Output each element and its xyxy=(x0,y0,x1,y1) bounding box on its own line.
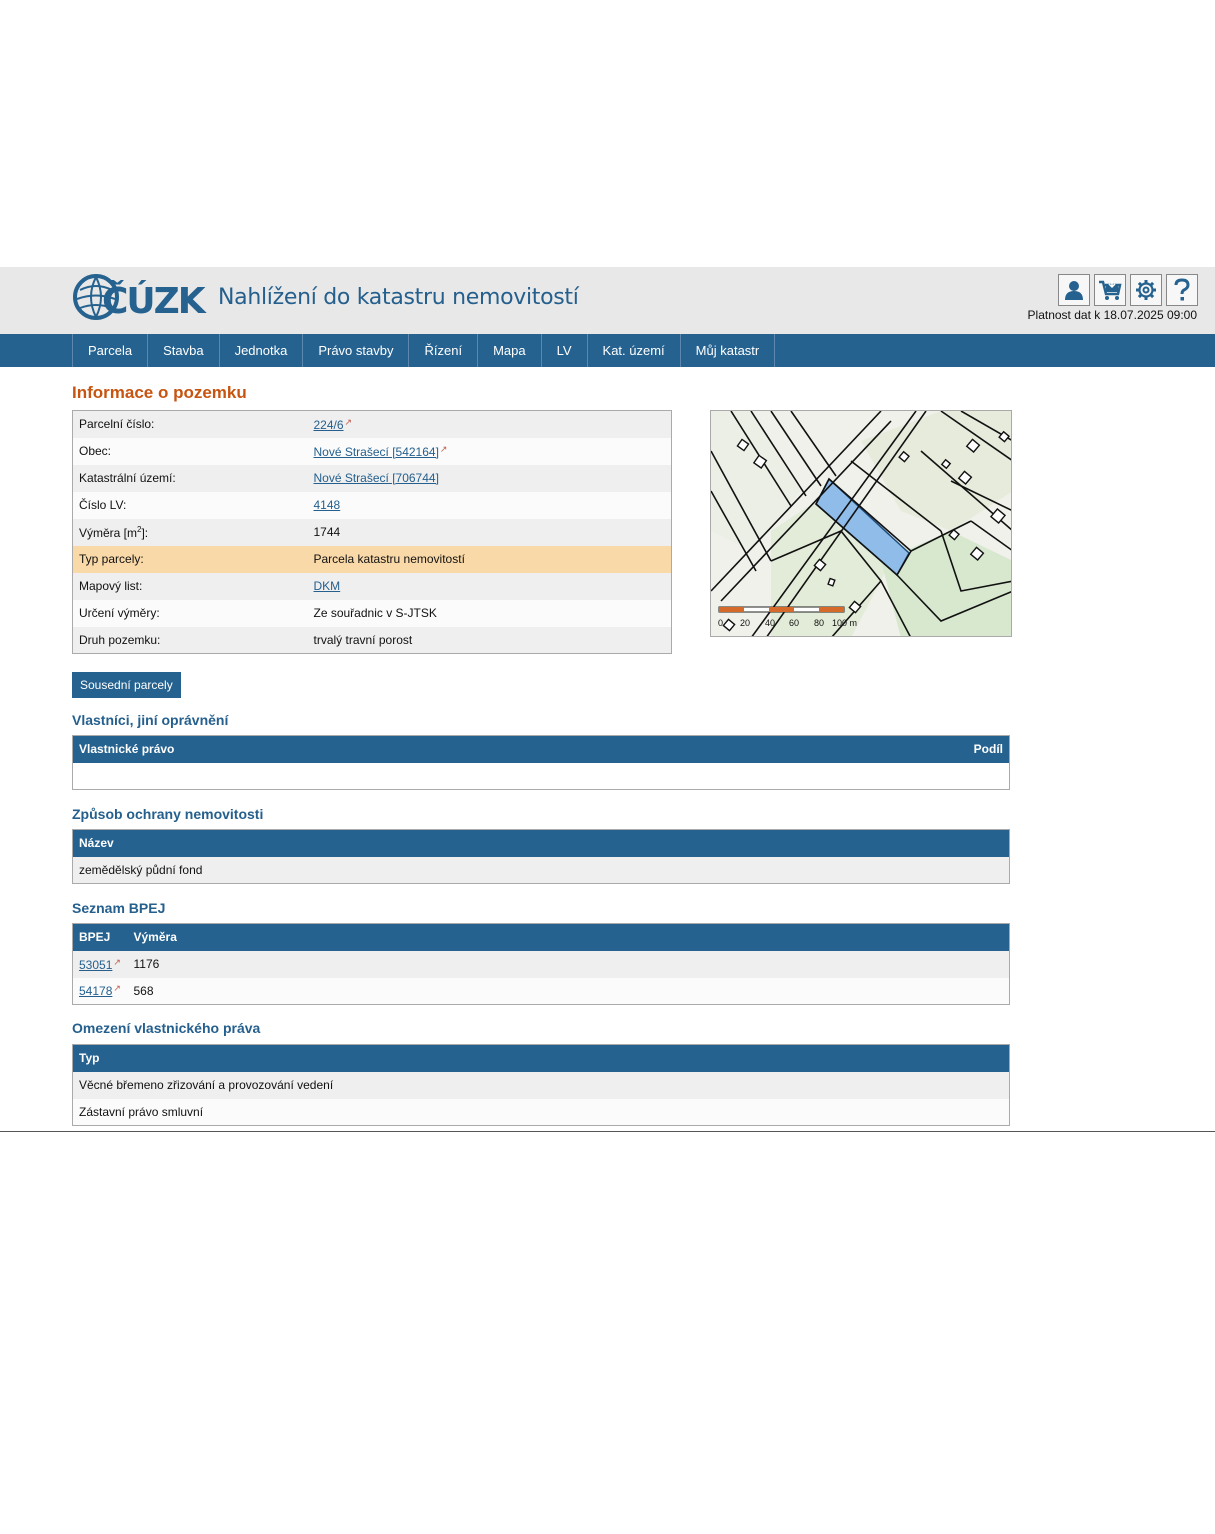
col-header: Výměra xyxy=(127,923,1010,951)
owner-cell-redacted xyxy=(72,762,1010,790)
row-value: Ze souřadnic v S-JTSK xyxy=(307,599,672,627)
external-link-icon[interactable]: ↗ xyxy=(113,983,121,993)
cuzk-logo[interactable]: ČÚZK xyxy=(72,272,217,324)
row-label: Parcelní číslo: xyxy=(72,410,308,438)
owners-title: Vlastníci, jiní oprávnění xyxy=(72,712,229,728)
bpej-area: 1176 xyxy=(127,950,1010,978)
row-label: Výměra [m2]: xyxy=(72,518,308,546)
bpej-code-link[interactable]: 54178 xyxy=(79,984,112,998)
restriction-type: Zástavní právo smluvní xyxy=(72,1098,1010,1126)
user-icon xyxy=(1065,281,1083,300)
main-nav: Parcela Stavba Jednotka Právo stavby Říz… xyxy=(0,334,1215,367)
scale-label: 0 xyxy=(718,618,723,628)
bpej-code-link[interactable]: 53051 xyxy=(79,958,112,972)
cart-icon xyxy=(1099,280,1122,300)
nav-muj-katastr[interactable]: Můj katastr xyxy=(681,334,776,367)
row-label: Druh pozemku: xyxy=(72,626,308,654)
table-row: Zástavní právo smluvní xyxy=(72,1098,1010,1126)
footer-divider xyxy=(0,1131,1215,1132)
protection-value: zemědělský půdní fond xyxy=(72,856,1010,884)
row-value: 1744 xyxy=(307,518,672,546)
parcel-info-table: Parcelní číslo: 224/6↗ Obec: Nové Straše… xyxy=(72,410,672,654)
nav-rizeni[interactable]: Řízení xyxy=(409,334,479,367)
nav-mapa[interactable]: Mapa xyxy=(478,334,542,367)
scale-label: 60 xyxy=(789,618,799,628)
col-header: Název xyxy=(72,829,1010,857)
col-header: Podíl xyxy=(747,735,1010,763)
row-label: Určení výměry: xyxy=(72,599,308,627)
scale-label: 20 xyxy=(740,618,750,628)
restrictions-title: Omezení vlastnického práva xyxy=(72,1020,261,1036)
table-row xyxy=(72,762,1010,790)
protection-title: Způsob ochrany nemovitosti xyxy=(72,806,264,822)
cadastral-area-link[interactable]: Nové Strašecí [706744] xyxy=(314,471,439,485)
col-header: BPEJ xyxy=(72,923,128,951)
help-icon xyxy=(1174,278,1190,301)
settings-button[interactable] xyxy=(1130,274,1162,306)
table-row: 53051↗ 1176 xyxy=(72,950,1010,978)
col-header: Typ xyxy=(72,1044,1010,1072)
bpej-area: 568 xyxy=(127,977,1010,1005)
nav-jednotka[interactable]: Jednotka xyxy=(220,334,304,367)
row-label: Typ parcely: xyxy=(72,545,308,573)
logo-text: ČÚZK xyxy=(102,280,207,322)
cart-button[interactable] xyxy=(1094,274,1126,306)
scale-label: 100 m xyxy=(832,618,857,628)
restriction-type: Věcné břemeno zřizování a provozování ve… xyxy=(72,1071,1010,1099)
scale-label: 80 xyxy=(814,618,824,628)
map-sheet-link[interactable]: DKM xyxy=(314,579,341,593)
table-row: zemědělský půdní fond xyxy=(72,856,1010,884)
external-link-icon[interactable]: ↗ xyxy=(345,417,353,427)
protection-table: Název zemědělský půdní fond xyxy=(72,829,1010,884)
table-row: Druh pozemku: trvalý travní porost xyxy=(72,626,672,654)
app-title: Nahlížení do katastru nemovitostí xyxy=(218,285,579,310)
table-row: Výměra [m2]: 1744 xyxy=(72,518,672,546)
nav-kat-uzemi[interactable]: Kat. území xyxy=(588,334,681,367)
row-label: Katastrální území: xyxy=(72,464,308,492)
table-row: Mapový list: DKM xyxy=(72,572,672,600)
row-label: Obec: xyxy=(72,437,308,465)
restrictions-table: Typ Věcné břemeno zřizování a provozován… xyxy=(72,1044,1010,1126)
row-label: Číslo LV: xyxy=(72,491,308,519)
neighbor-parcels-button[interactable]: Sousední parcely xyxy=(72,672,181,698)
parcel-number-link[interactable]: 224/6 xyxy=(314,418,344,432)
row-label: Mapový list: xyxy=(72,572,308,600)
scale-label: 40 xyxy=(765,618,775,628)
external-link-icon[interactable]: ↗ xyxy=(113,957,121,967)
row-value: Nové Strašecí [542164]↗ xyxy=(307,437,672,465)
row-value: Parcela katastru nemovitostí xyxy=(307,545,672,573)
external-link-icon[interactable]: ↗ xyxy=(440,444,448,454)
row-value: trvalý travní porost xyxy=(307,626,672,654)
data-validity: Platnost dat k 18.07.2025 09:00 xyxy=(1027,308,1197,322)
nav-parcela[interactable]: Parcela xyxy=(73,334,149,367)
row-value: Nové Strašecí [706744] xyxy=(307,464,672,492)
table-row: Katastrální území: Nové Strašecí [706744… xyxy=(72,464,672,492)
user-button[interactable] xyxy=(1058,274,1090,306)
table-row: Věcné břemeno zřizování a provozování ve… xyxy=(72,1071,1010,1099)
table-row: Parcelní číslo: 224/6↗ xyxy=(72,410,672,438)
table-row: Určení výměry: Ze souřadnic v S-JTSK xyxy=(72,599,672,627)
table-row-highlighted: Typ parcely: Parcela katastru nemovitost… xyxy=(72,545,672,573)
gear-icon xyxy=(1136,280,1156,300)
municipality-link[interactable]: Nové Strašecí [542164] xyxy=(314,445,439,459)
nav-stavba[interactable]: Stavba xyxy=(148,334,220,367)
table-row: Obec: Nové Strašecí [542164]↗ xyxy=(72,437,672,465)
nav-pravo-stavby[interactable]: Právo stavby xyxy=(303,334,410,367)
header-toolbar xyxy=(1058,274,1198,306)
table-row: Číslo LV: 4148 xyxy=(72,491,672,519)
table-row: 54178↗ 568 xyxy=(72,977,1010,1005)
row-value: 4148 xyxy=(307,491,672,519)
nav-lv[interactable]: LV xyxy=(542,334,588,367)
parcel-map-thumbnail[interactable]: 0 20 40 60 80 100 m xyxy=(710,410,1012,637)
bpej-title: Seznam BPEJ xyxy=(72,900,166,916)
app-header: ČÚZK Nahlížení do katastru nemovitostí P… xyxy=(0,267,1215,334)
page-title: Informace o pozemku xyxy=(72,383,247,402)
row-value: DKM xyxy=(307,572,672,600)
col-header: Vlastnické právo xyxy=(72,735,748,763)
row-value: 224/6↗ xyxy=(307,410,672,438)
owners-table: Vlastnické právo Podíl xyxy=(72,735,1010,790)
help-button[interactable] xyxy=(1166,274,1198,306)
lv-number-link[interactable]: 4148 xyxy=(314,498,341,512)
bpej-table: BPEJ Výměra 53051↗ 1176 54178↗ 568 xyxy=(72,923,1010,1005)
